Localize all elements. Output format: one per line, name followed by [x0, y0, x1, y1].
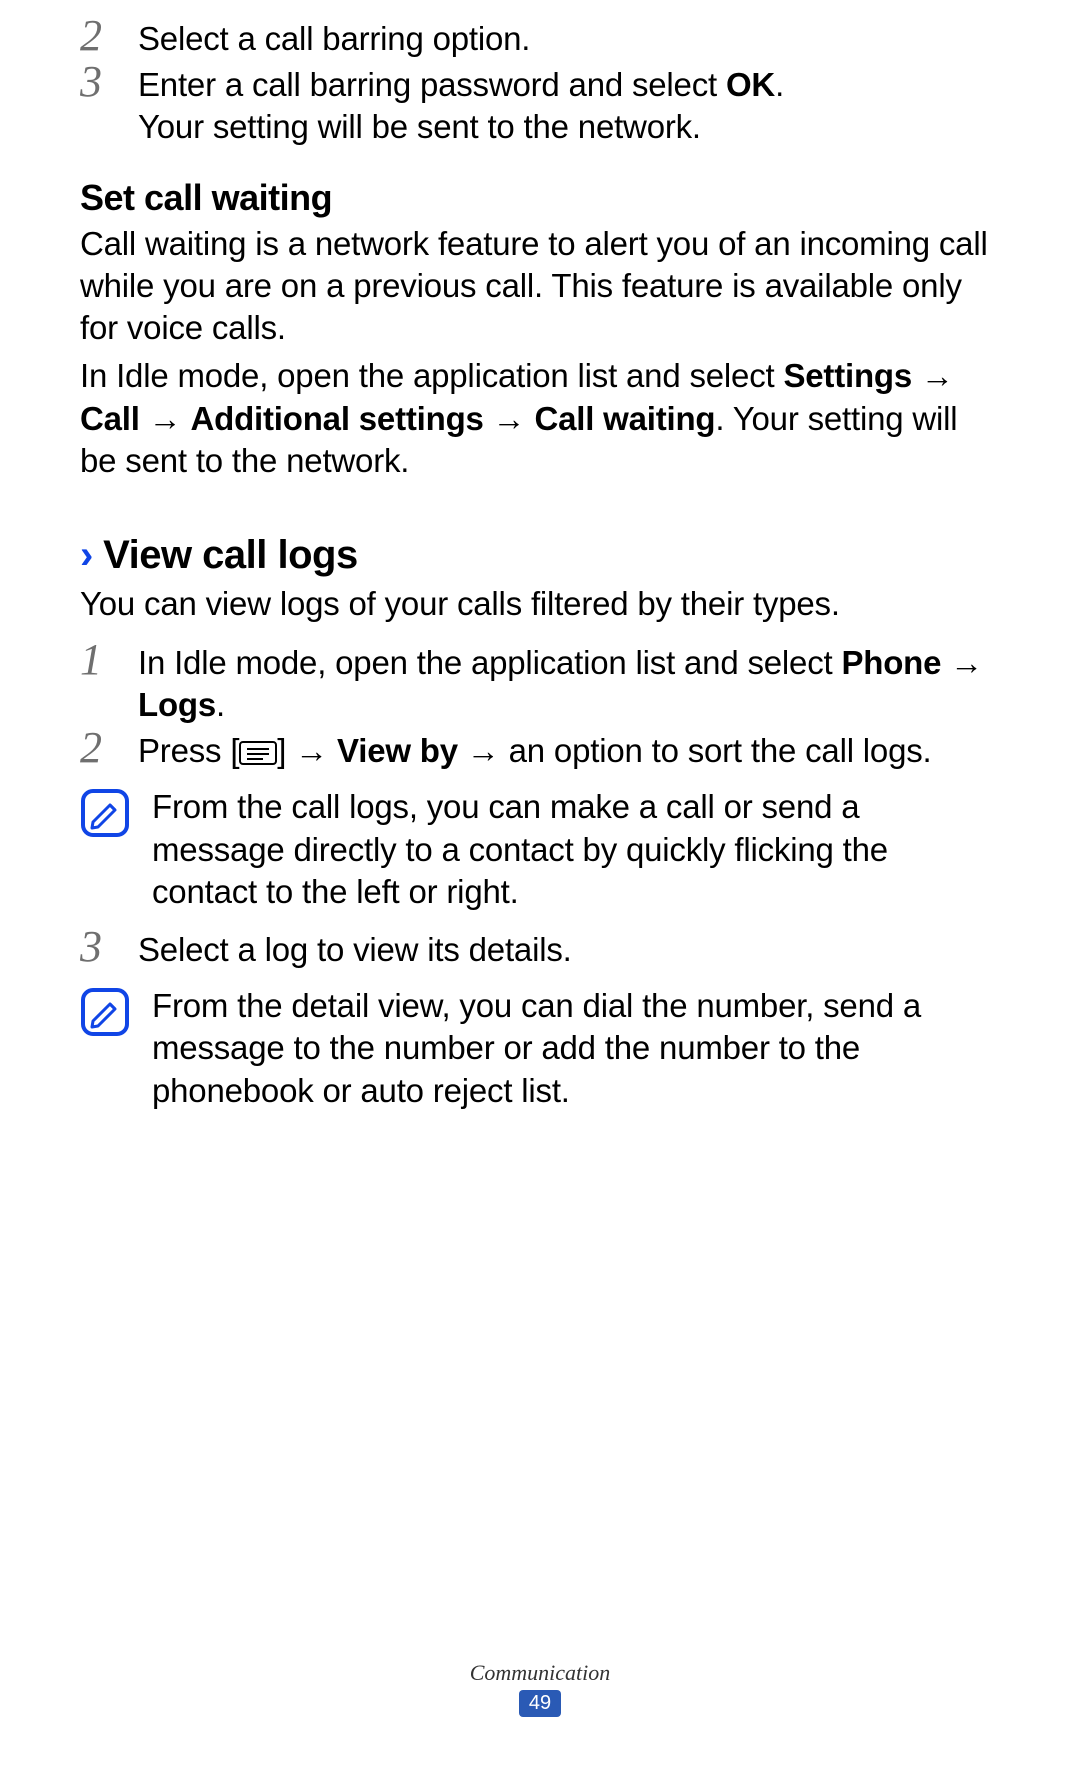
arrow: →: [941, 644, 983, 681]
step-text: Select a log to view its details.: [138, 929, 1000, 971]
view-logs-intro: You can view logs of your calls filtered…: [80, 583, 1000, 625]
arrow: →: [484, 400, 535, 437]
step-text: Select a call barring option.: [138, 18, 1000, 60]
vl-s2a: Press [: [138, 732, 239, 769]
page-content: 2 Select a call barring option. 3 Enter …: [80, 18, 1000, 1112]
note-icon: [80, 987, 138, 1047]
arrow: →: [295, 732, 337, 769]
step-number: 3: [80, 925, 138, 969]
cw-p2a: In Idle mode, open the application list …: [80, 357, 783, 394]
step-3: 3 Enter a call barring password and sele…: [80, 64, 1000, 148]
step-text: Press [] → View by → an option to sort t…: [138, 730, 1000, 772]
chevron-right-icon: ›: [80, 535, 93, 575]
additional-settings-label: Additional settings: [190, 400, 483, 437]
view-by-label: View by: [337, 732, 458, 769]
step-number: 2: [80, 14, 138, 58]
step3-part-a: Enter a call barring password and select: [138, 66, 726, 103]
step-number: 3: [80, 60, 138, 104]
ok-label: OK: [726, 66, 775, 103]
note-icon: [80, 788, 138, 848]
logs-label: Logs: [138, 686, 216, 723]
phone-label: Phone: [841, 644, 941, 681]
step-number: 2: [80, 726, 138, 770]
note-1: From the call logs, you can make a call …: [80, 786, 1000, 913]
manual-page: 2 Select a call barring option. 3 Enter …: [0, 0, 1080, 1771]
section-title: View call logs: [103, 530, 358, 581]
call-label: Call: [80, 400, 140, 437]
section-heading-view-call-logs: › View call logs: [80, 530, 1000, 581]
step3-part-b: .: [775, 66, 784, 103]
vl-step-2: 2 Press [] → View by → an option to sort…: [80, 730, 1000, 772]
note-text: From the detail view, you can dial the n…: [138, 985, 1000, 1112]
step-text: In Idle mode, open the application list …: [138, 642, 1000, 726]
heading-set-call-waiting: Set call waiting: [80, 175, 1000, 221]
vl-step-1: 1 In Idle mode, open the application lis…: [80, 642, 1000, 726]
vl-s2b: ]: [277, 732, 295, 769]
vl-step-3: 3 Select a log to view its details.: [80, 929, 1000, 971]
call-waiting-label: Call waiting: [534, 400, 715, 437]
vl-s1a: In Idle mode, open the application list …: [138, 644, 841, 681]
arrow: →: [140, 400, 191, 437]
menu-key-icon: [239, 741, 277, 765]
vl-s2c: → an option to sort the call logs.: [458, 732, 932, 769]
page-number-badge: 49: [519, 1690, 561, 1717]
call-waiting-para-1: Call waiting is a network feature to ale…: [80, 223, 1000, 350]
step-2: 2 Select a call barring option.: [80, 18, 1000, 60]
step-text: Enter a call barring password and select…: [138, 64, 1000, 148]
note-text: From the call logs, you can make a call …: [138, 786, 1000, 913]
call-waiting-para-2: In Idle mode, open the application list …: [80, 355, 1000, 482]
step3-line2: Your setting will be sent to the network…: [138, 108, 701, 145]
settings-label: Settings: [783, 357, 912, 394]
step-number: 1: [80, 638, 138, 682]
arrow: →: [912, 357, 954, 394]
period: .: [216, 686, 225, 723]
note-2: From the detail view, you can dial the n…: [80, 985, 1000, 1112]
page-footer: Communication 49: [0, 1660, 1080, 1717]
footer-section-name: Communication: [0, 1660, 1080, 1686]
